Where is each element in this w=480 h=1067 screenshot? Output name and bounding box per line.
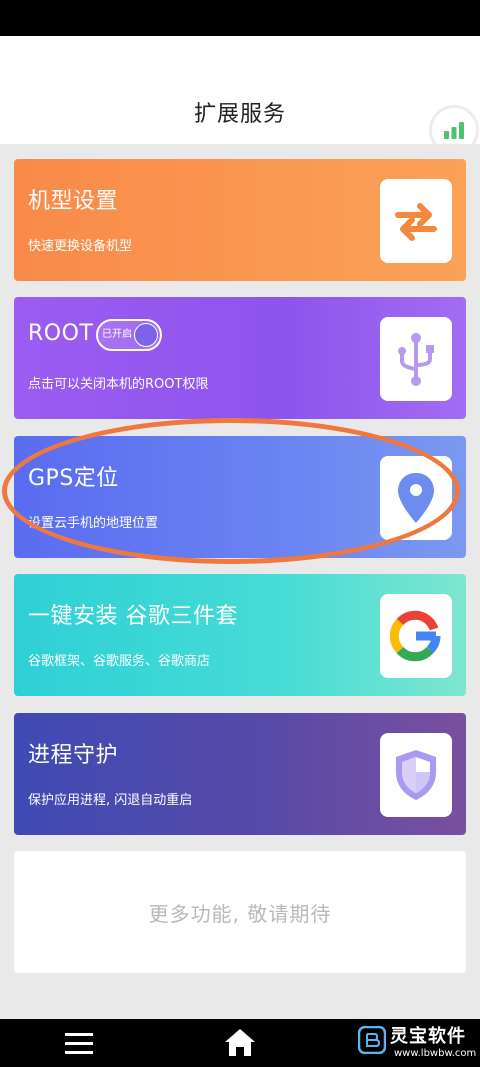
card-device-model[interactable]: 机型设置 快速更换设备机型 — [14, 159, 466, 281]
watermark-logo-icon — [358, 1026, 386, 1054]
card-title: GPS定位 — [28, 466, 119, 491]
swap-icon — [395, 203, 437, 241]
page-title: 扩展服务 — [193, 102, 286, 127]
toggle-knob — [134, 323, 158, 347]
icon-box — [380, 179, 452, 263]
watermark-name: 灵宝软件 — [390, 1026, 466, 1047]
location-pin-icon — [398, 473, 434, 523]
card-subtitle: 快速更换设备机型 — [28, 239, 133, 254]
more-features-card: 更多功能, 敬请期待 — [14, 851, 466, 973]
card-process-guard[interactable]: 进程守护 保护应用进程, 闪退自动重启 — [14, 713, 466, 835]
usb-icon — [398, 333, 434, 386]
more-features-label: 更多功能, 敬请期待 — [148, 901, 332, 926]
icon-box — [380, 594, 452, 678]
card-title: 进程守护 — [28, 743, 119, 768]
card-subtitle: 设置云手机的地理位置 — [28, 516, 159, 531]
icon-box — [380, 733, 452, 817]
menu-icon[interactable] — [65, 1031, 93, 1055]
card-title: 机型设置 — [28, 189, 119, 214]
card-subtitle: 点击可以关闭本机的ROOT权限 — [28, 377, 209, 392]
status-bar — [0, 0, 480, 36]
card-gps[interactable]: GPS定位 设置云手机的地理位置 — [14, 436, 466, 558]
card-subtitle: 谷歌框架、谷歌服务、谷歌商店 — [28, 654, 211, 669]
icon-box — [380, 317, 452, 401]
root-toggle[interactable]: 已开启 — [96, 319, 162, 351]
home-icon[interactable] — [224, 1027, 256, 1057]
google-icon — [390, 610, 441, 662]
icon-box — [380, 456, 452, 540]
watermark-url: www.lbwbw.com — [394, 1048, 477, 1059]
card-google-install[interactable]: 一键安装 谷歌三件套 谷歌框架、谷歌服务、谷歌商店 — [14, 574, 466, 696]
card-title: 一键安装 谷歌三件套 — [28, 604, 238, 629]
shield-icon — [396, 750, 436, 800]
signal-icon — [444, 122, 464, 139]
card-root[interactable]: ROOT 已开启 点击可以关闭本机的ROOT权限 — [14, 297, 466, 419]
card-title: ROOT — [28, 321, 94, 346]
card-subtitle: 保护应用进程, 闪退自动重启 — [28, 793, 193, 808]
toggle-label: 已开启 — [102, 329, 132, 340]
watermark: 灵宝软件 www.lbwbw.com — [358, 1022, 480, 1067]
